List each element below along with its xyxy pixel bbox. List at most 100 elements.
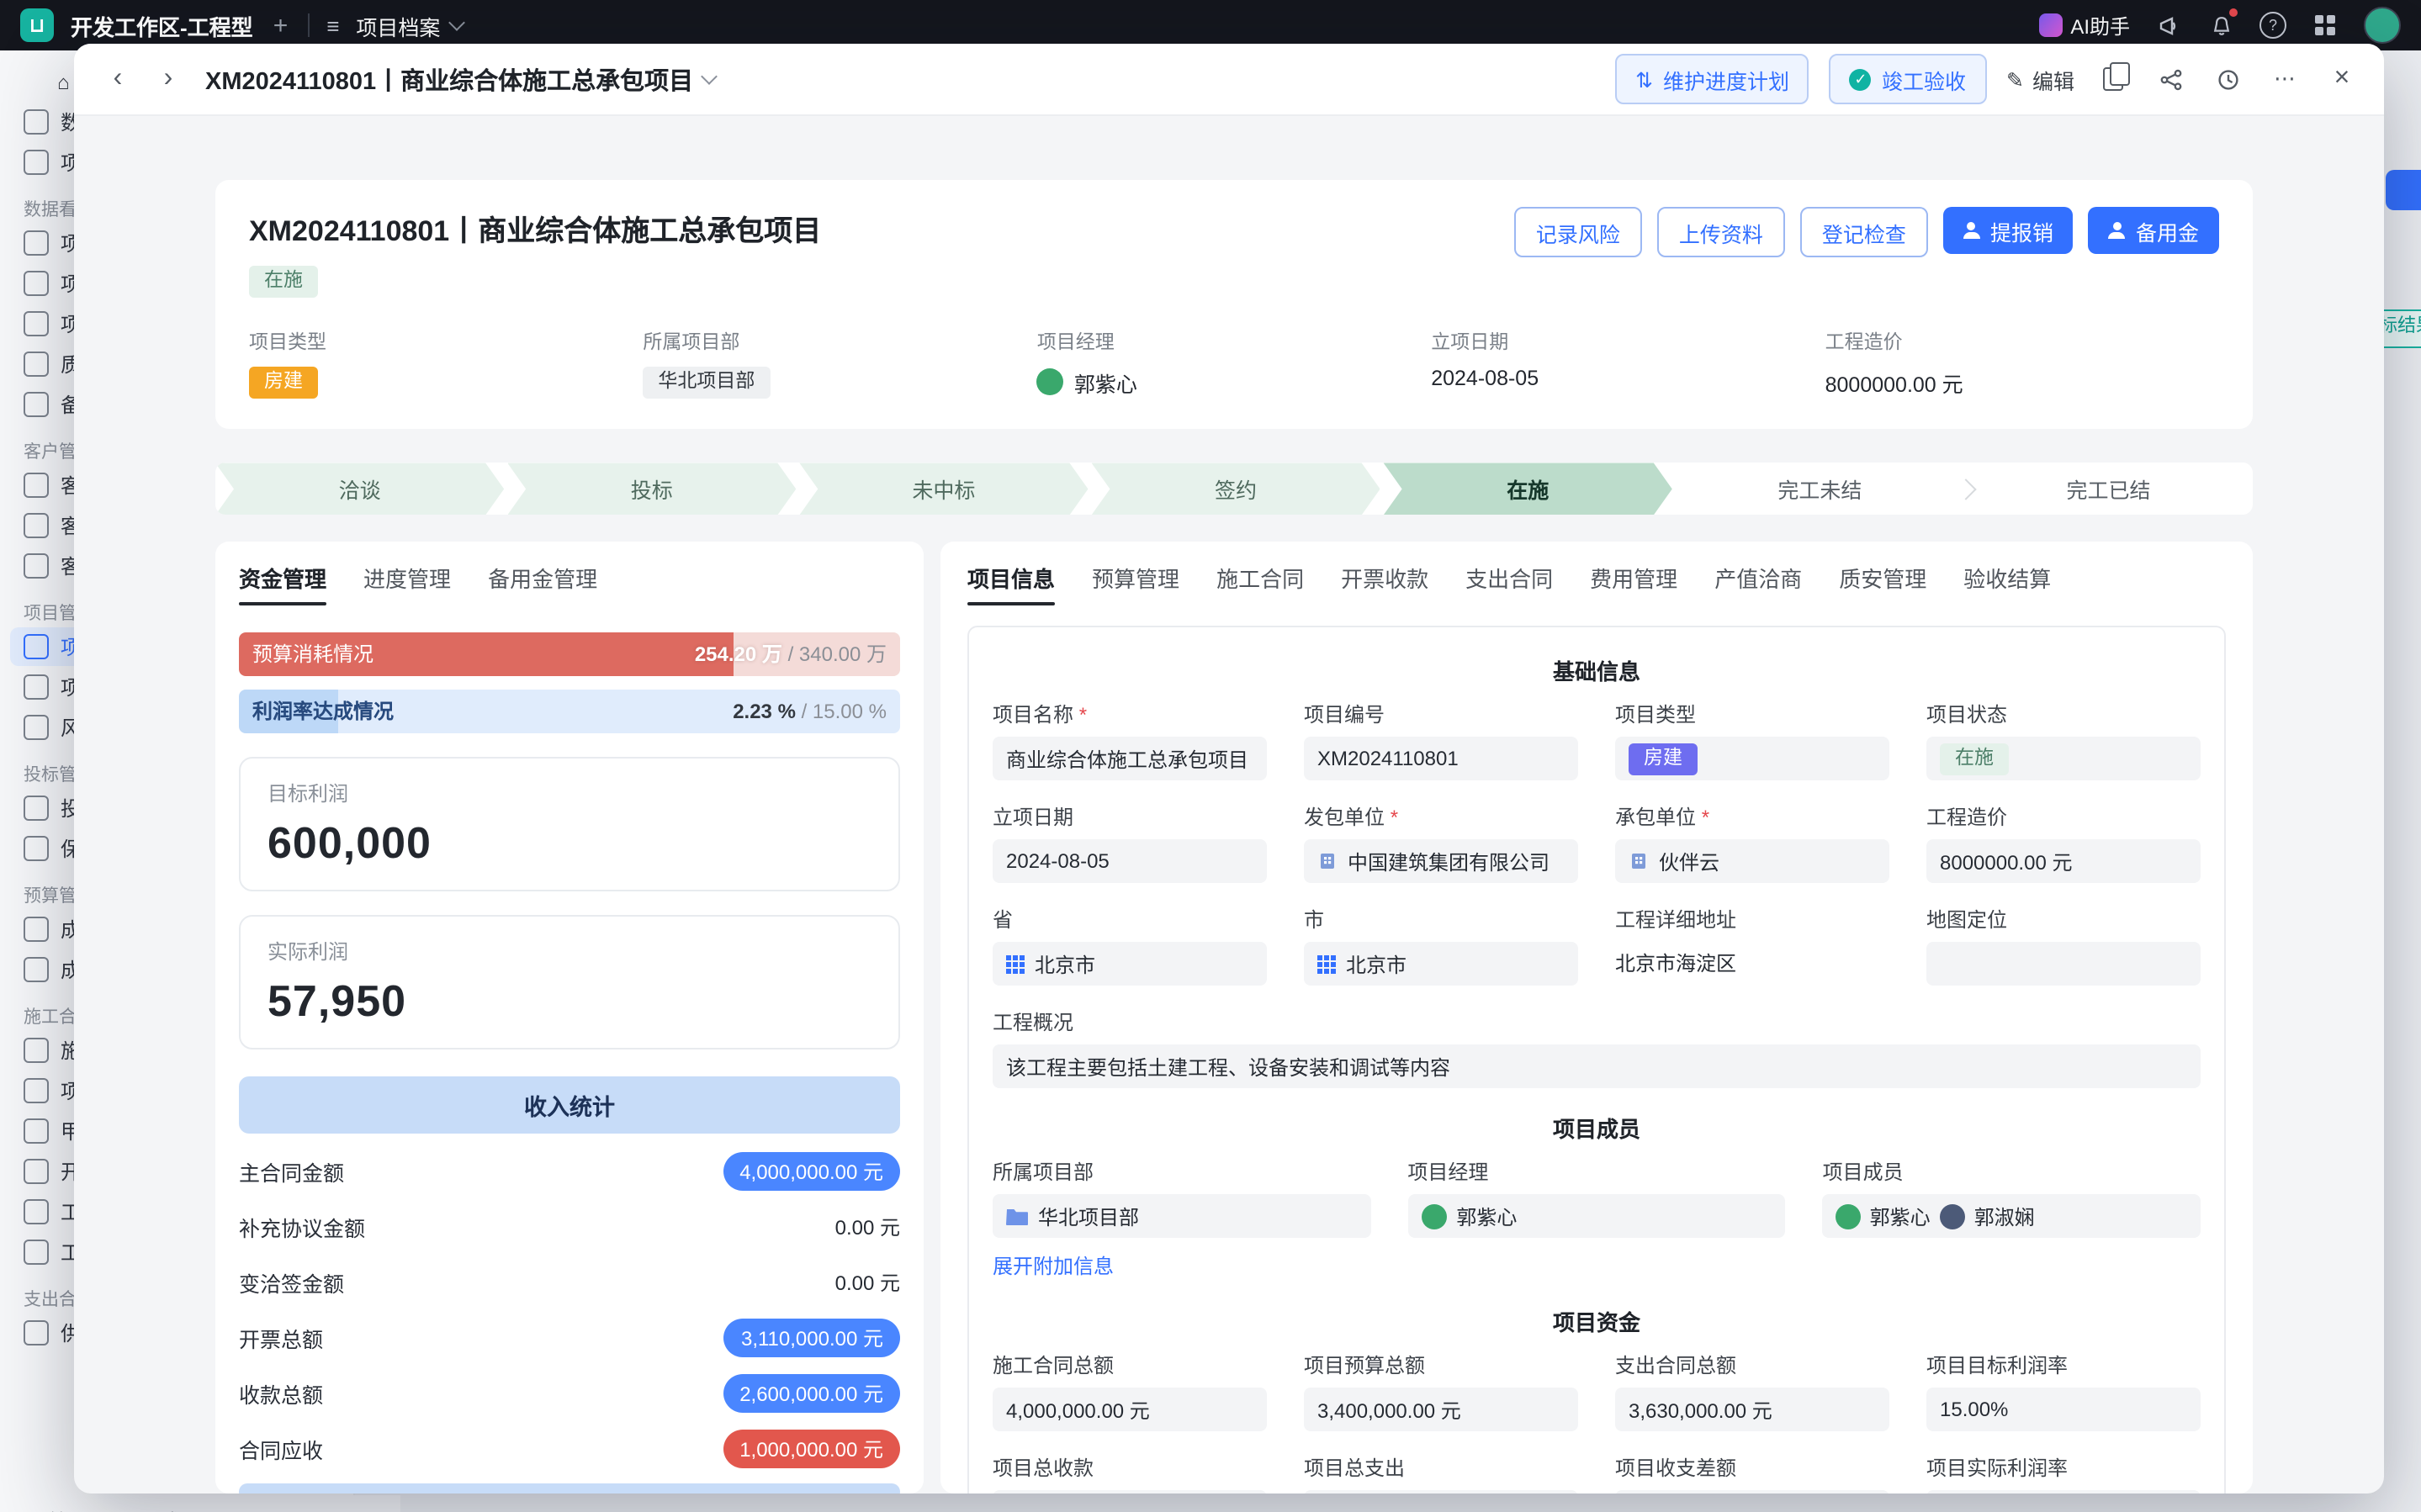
clipped-button-fragment[interactable]: [239, 1484, 900, 1494]
megaphone-icon[interactable]: [2155, 12, 2182, 39]
stepper-step[interactable]: 在施: [1384, 463, 1672, 515]
check-circle-icon: ✓: [1850, 68, 1872, 90]
menu-icon[interactable]: ≡: [326, 13, 339, 38]
right-tab[interactable]: 施工合同: [1216, 563, 1304, 606]
region-grid-icon: [1317, 955, 1336, 974]
avatar: [1836, 1204, 1862, 1229]
sidebar-item-icon: [24, 1118, 49, 1144]
more-button[interactable]: ⋯: [2266, 61, 2303, 98]
fund-field: 支出合同总额 3,630,000.00 元: [1615, 1351, 1889, 1432]
fund-field: 施工合同总额 4,000,000.00 元: [993, 1351, 1267, 1432]
share-button[interactable]: [2152, 61, 2189, 98]
field-city: 市 北京市: [1304, 906, 1578, 986]
sidebar-item-icon: [24, 836, 49, 861]
right-tab[interactable]: 开票收款: [1341, 563, 1428, 606]
sidebar-item-icon: [24, 1078, 49, 1103]
field-department: 所属项目部 华北项目部: [643, 328, 1036, 399]
funds-panel: 资金管理 进度管理 备用金管理 预算消耗情况 254.20 万 / 340.00…: [215, 542, 924, 1494]
manage-icon: ⊞: [24, 1509, 40, 1512]
field-manager: 项目经理 郭紫心: [1407, 1158, 1785, 1282]
right-tab[interactable]: 预算管理: [1092, 563, 1179, 606]
right-tabs: 项目信息 预算管理 施工合同 开票收款 支出合同 费用管理 产值洽商: [967, 563, 2226, 606]
right-tab[interactable]: 质安管理: [1839, 563, 1926, 606]
section-funds: 项目资金: [993, 1306, 2201, 1338]
building-icon: [1317, 852, 1338, 872]
field-overview: 工程概况 该工程主要包括土建工程、设备安装和调试等内容: [993, 1008, 2201, 1089]
right-tab[interactable]: 项目信息: [967, 563, 1055, 606]
title-chevron-down-icon[interactable]: [701, 68, 718, 85]
nav-tab-project-archive[interactable]: 项目档案: [356, 9, 462, 41]
right-tab[interactable]: 产值洽商: [1714, 563, 1802, 606]
completion-acceptance-button[interactable]: ✓ 竣工验收: [1830, 54, 1986, 104]
region-grid-icon: [1006, 955, 1025, 974]
project-type-tag: 房建: [249, 367, 318, 399]
right-tab[interactable]: 费用管理: [1590, 563, 1677, 606]
close-button[interactable]: ×: [2323, 61, 2360, 98]
left-tab[interactable]: 备用金管理: [488, 563, 597, 606]
sidebar-item-icon: [24, 271, 49, 296]
avatar: [1037, 369, 1064, 396]
summary-action-button[interactable]: 记录风险: [1514, 207, 1642, 257]
money-rows: 主合同金额 4,000,000.00 元 补充协议金额 0.00 元 变洽签金额: [239, 1145, 900, 1478]
help-icon[interactable]: ?: [2259, 12, 2286, 39]
money-row: 合同应收 1,000,000.00 元: [239, 1422, 900, 1478]
summary-action-button[interactable]: 登记检查: [1800, 207, 1928, 257]
stepper-step[interactable]: 签约: [1091, 463, 1380, 515]
section-basic-info: 基础信息: [993, 655, 2201, 687]
add-workspace-icon[interactable]: +: [270, 11, 292, 40]
share-icon: [2159, 68, 2181, 90]
money-row: 开票总额 3,110,000.00 元: [239, 1311, 900, 1367]
info-form: 基础信息 项目名称 商业综合体施工总承包项目 项目编号 XM2024110801: [967, 626, 2226, 1494]
summary-action-button[interactable]: 上传资料: [1657, 207, 1785, 257]
copy-button[interactable]: [2095, 61, 2132, 98]
edit-button[interactable]: ✎ 编辑: [2006, 63, 2074, 95]
income-stats-button[interactable]: 收入统计: [239, 1077, 900, 1134]
sidebar-item-icon: [24, 1320, 49, 1345]
sort-arrows-icon: ⇅: [1635, 66, 1653, 92]
sidebar-item-icon: [24, 1038, 49, 1063]
expand-extra-info-link[interactable]: 展开附加信息: [993, 1252, 1114, 1281]
field-province: 省 北京市: [993, 906, 1267, 986]
modal-header: ‹ › XM2024110801丨商业综合体施工总承包项目 ⇅ 维护进度计划 ✓…: [74, 44, 2384, 116]
divider: [308, 13, 310, 37]
left-tabs: 资金管理 进度管理 备用金管理: [239, 563, 900, 606]
left-tab[interactable]: 资金管理: [239, 563, 326, 606]
apps-grid-icon[interactable]: [2312, 12, 2339, 39]
sidebar-item-icon: [24, 352, 49, 377]
sidebar-item-icon: [24, 230, 49, 256]
members-button[interactable]: ◫ 成员: [133, 1506, 201, 1512]
stepper-step[interactable]: 投标: [507, 463, 796, 515]
topbar: ⊔ 开发工作区-工程型 + ≡ 项目档案 AI助手 ?: [0, 0, 2421, 50]
manage-button[interactable]: ⊞ 管理: [24, 1506, 89, 1512]
next-record-button[interactable]: ›: [148, 59, 188, 99]
ai-assistant-button[interactable]: AI助手: [2038, 11, 2130, 40]
maintain-schedule-button[interactable]: ⇅ 维护进度计划: [1615, 54, 1809, 104]
app-root: 标结果 ⊔ 开发工作区-工程型 + ≡ 项目档案 AI助手 ?: [0, 0, 2421, 1512]
sidebar-item-icon: [24, 392, 49, 417]
person-icon: [2109, 222, 2126, 239]
stepper-step[interactable]: 完工未结: [1676, 463, 1964, 515]
prev-record-button[interactable]: ‹: [98, 59, 138, 99]
history-button[interactable]: [2209, 61, 2246, 98]
notification-badge: [2229, 8, 2238, 17]
stepper-step[interactable]: 完工已结: [1964, 463, 2253, 515]
fund-field: 项目总收款 2,600,000.00 元: [993, 1454, 1267, 1494]
summary-action-button[interactable]: 备用金: [2089, 207, 2219, 254]
member-chip: 郭紫心: [1836, 1203, 1931, 1231]
right-tab[interactable]: 验收结算: [1963, 563, 2051, 606]
stepper-step[interactable]: 未中标: [799, 463, 1088, 515]
workspace-title[interactable]: 开发工作区-工程型: [71, 9, 253, 41]
more-footer-icon[interactable]: ⋯: [245, 1509, 265, 1512]
background-primary-button-fragment[interactable]: [2386, 170, 2421, 210]
modal-header-actions: ⇅ 维护进度计划 ✓ 竣工验收 ✎ 编辑 ⋯: [1615, 54, 2360, 104]
app-logo-icon[interactable]: ⊔: [20, 8, 54, 42]
bell-icon[interactable]: [2207, 12, 2234, 39]
summary-action-button[interactable]: 提报销: [1943, 207, 2074, 254]
right-tab[interactable]: 支出合同: [1465, 563, 1553, 606]
left-tab[interactable]: 进度管理: [363, 563, 451, 606]
user-avatar[interactable]: [2364, 7, 2401, 44]
members-icon: ◫: [133, 1509, 152, 1512]
sidebar-item-icon: [24, 311, 49, 336]
amount-pill: 0.00 元: [835, 1208, 900, 1247]
stepper-step[interactable]: 洽谈: [215, 463, 504, 515]
